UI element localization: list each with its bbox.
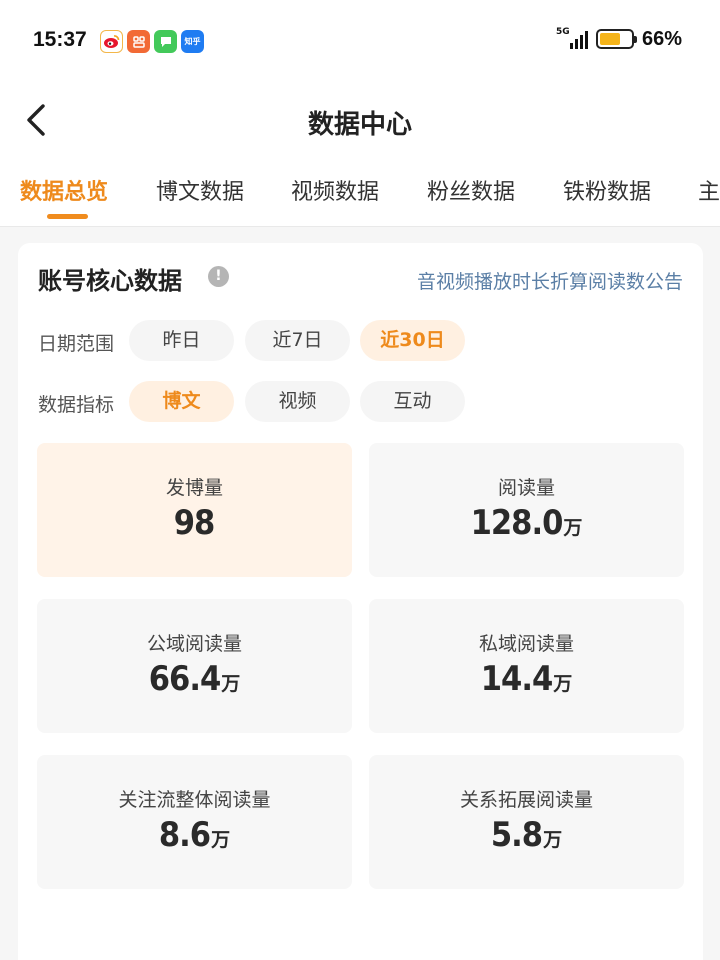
notice-link[interactable]: 音视频播放时长折算阅读数公告 xyxy=(417,267,683,294)
tab-overview[interactable]: 数据总览 xyxy=(20,174,108,206)
stat-value: 8.6万 xyxy=(158,815,231,855)
info-icon[interactable]: ! xyxy=(208,266,229,287)
zhihu-icon-label: 知乎 xyxy=(184,37,201,46)
metric-label: 数据指标 xyxy=(38,394,115,416)
stat-label: 私域阅读量 xyxy=(478,633,574,655)
date-range-label: 日期范围 xyxy=(38,333,115,355)
tab-video-data[interactable]: 视频数据 xyxy=(291,174,379,206)
stat-follow-feed-read-count[interactable]: 关注流整体阅读量 8.6万 xyxy=(37,755,352,889)
weibo-icon xyxy=(100,30,123,53)
signal-icon: 5G xyxy=(556,27,588,51)
stat-relation-expand-read-count[interactable]: 关系拓展阅读量 5.8万 xyxy=(369,755,684,889)
status-indicators: 5G 66% xyxy=(556,27,682,51)
stat-public-read-count[interactable]: 公域阅读量 66.4万 xyxy=(37,599,352,733)
notification-app-icons: 知乎 xyxy=(100,30,204,53)
date-option-30days[interactable]: 近30日 xyxy=(360,320,465,361)
battery-fill xyxy=(599,33,620,45)
date-option-yesterday[interactable]: 昨日 xyxy=(129,320,234,361)
core-data-card: 账号核心数据 ! 音视频播放时长折算阅读数公告 日期范围 昨日 近7日 近30日… xyxy=(18,243,703,960)
tab-fans-data[interactable]: 粉丝数据 xyxy=(427,174,515,206)
card-title: 账号核心数据 xyxy=(38,267,182,295)
status-time: 15:37 xyxy=(33,28,87,51)
stat-label: 关系拓展阅读量 xyxy=(459,789,593,811)
stat-private-read-count[interactable]: 私域阅读量 14.4万 xyxy=(369,599,684,733)
page-title: 数据中心 xyxy=(307,110,412,140)
tab-iron-fans-data[interactable]: 铁粉数据 xyxy=(563,174,651,206)
metric-option-video[interactable]: 视频 xyxy=(245,381,350,422)
tab-bar: 数据总览 博文数据 视频数据 粉丝数据 铁粉数据 主 xyxy=(0,156,720,227)
messages-icon xyxy=(154,30,177,53)
stat-post-count[interactable]: 发博量 98 xyxy=(37,443,352,577)
battery-icon xyxy=(595,29,637,49)
stat-label: 阅读量 xyxy=(497,477,555,499)
nav-bar: 数据中心 xyxy=(0,84,720,156)
metric-option-interaction[interactable]: 互动 xyxy=(360,381,465,422)
metric-option-post[interactable]: 博文 xyxy=(129,381,234,422)
zhihu-icon: 知乎 xyxy=(181,30,204,53)
stat-read-count[interactable]: 阅读量 128.0万 xyxy=(369,443,684,577)
stat-value: 66.4万 xyxy=(148,659,241,699)
network-type: 5G xyxy=(555,27,570,37)
tab-post-data[interactable]: 博文数据 xyxy=(156,174,244,206)
stat-label: 关注流整体阅读量 xyxy=(118,789,271,811)
status-bar: 15:37 知乎 5G 66% xyxy=(0,0,720,84)
battery-percent: 66% xyxy=(641,27,682,50)
active-tab-indicator xyxy=(47,214,88,219)
date-option-7days[interactable]: 近7日 xyxy=(245,320,350,361)
stat-value: 5.8万 xyxy=(490,815,563,855)
xiaohongshu-icon xyxy=(127,30,150,53)
stat-label: 发博量 xyxy=(165,477,223,499)
tab-more-truncated[interactable]: 主 xyxy=(698,174,720,206)
stat-value: 128.0万 xyxy=(470,503,583,543)
stat-label: 公域阅读量 xyxy=(146,633,242,655)
stat-value: 14.4万 xyxy=(480,659,573,699)
stat-value: 98 xyxy=(173,503,216,543)
